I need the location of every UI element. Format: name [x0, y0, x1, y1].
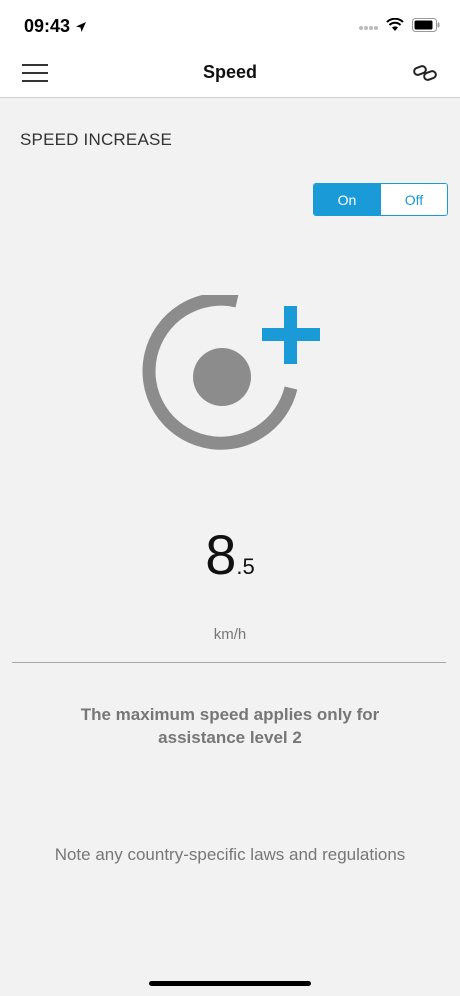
assistance-level-note: The maximum speed applies only for assis… — [80, 705, 380, 747]
status-bar: 09:43 — [0, 0, 460, 56]
plus-icon — [262, 306, 320, 364]
speed-value: 8.5 — [0, 522, 460, 587]
speed-integer: 8 — [205, 523, 237, 586]
home-indicator[interactable] — [149, 981, 311, 986]
divider — [12, 662, 446, 663]
toggle-off-button[interactable]: Off — [380, 184, 447, 215]
wifi-icon — [386, 18, 404, 31]
link-icon[interactable] — [412, 64, 438, 87]
toggle-on-button[interactable]: On — [314, 184, 380, 215]
status-icons — [358, 18, 440, 32]
nav-bar: Speed — [0, 56, 460, 98]
speed-decimal: .5 — [236, 554, 255, 579]
cellular-signal-icon — [359, 26, 378, 30]
speed-dot-icon — [193, 348, 251, 406]
speed-unit: km/h — [213, 626, 247, 643]
section-title: SPEED INCREASE — [20, 130, 173, 149]
laws-note: Note any country-specific laws and regul… — [54, 845, 406, 864]
battery-icon — [412, 18, 440, 32]
speed-increase-graphic — [140, 292, 330, 470]
status-time: 09:43 — [24, 16, 71, 36]
on-off-toggle[interactable]: On Off — [313, 183, 448, 216]
location-arrow-icon — [76, 21, 87, 32]
page-title: Speed — [202, 62, 258, 82]
status-time-group: 09:43 — [24, 16, 87, 37]
